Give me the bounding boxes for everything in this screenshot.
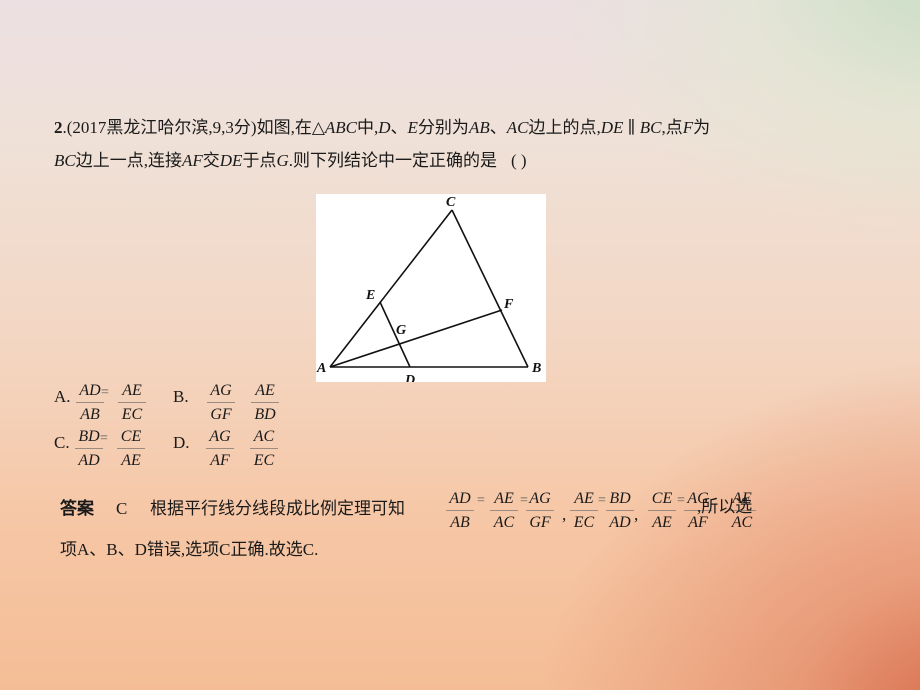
answer-explanation-tail: ,所以选 <box>697 497 753 516</box>
point-label-e: E <box>365 288 375 303</box>
question-line-1: 2.(2017黑龙江哈尔滨,9,3分)如图,在△ABC中,D、E分别为AB、AC… <box>54 118 711 137</box>
fraction: BD AD <box>606 490 634 532</box>
segment-af <box>329 309 503 368</box>
fraction: AD AB <box>446 490 474 532</box>
fraction: AC EC <box>250 428 278 470</box>
fraction: AE AC <box>490 490 518 532</box>
triangle-diagram: C E F G A B D <box>316 195 541 382</box>
point-label-f: F <box>503 297 514 312</box>
fraction: AG AF <box>206 428 234 470</box>
point-label-b: B <box>531 361 541 376</box>
segment-bc <box>451 209 529 368</box>
fraction: AD AB <box>76 382 104 424</box>
question-line-2: BC边上一点,连接AF交DE于点G.则下列结论中一定正确的是( ) <box>54 151 527 170</box>
answer-explanation: 根据平行线分线段成比例定理可知 <box>150 499 405 518</box>
fraction: AG GF <box>526 490 554 532</box>
fraction: AE EC <box>570 490 598 532</box>
answer-choice: C <box>116 499 128 518</box>
point-label-d: D <box>404 373 415 382</box>
fraction: CE AE <box>117 428 145 470</box>
fraction: AE EC <box>118 382 146 424</box>
answer-heading: 答案 <box>60 499 94 518</box>
question-number: 2 <box>54 118 63 137</box>
point-label-g: G <box>396 323 406 338</box>
fraction: AE BD <box>251 382 279 424</box>
fraction: BD AD <box>75 428 103 470</box>
answer-blank: ( ) <box>510 151 527 170</box>
point-label-c: C <box>446 195 456 210</box>
triangle-figure: C E F G A B D <box>316 194 546 382</box>
fraction: CE AE <box>648 490 676 532</box>
segment-ca <box>329 209 453 368</box>
answer-explanation-line-2: 项A、B、D错误,选项C正确.故选C. <box>60 540 319 559</box>
slide: 2.(2017黑龙江哈尔滨,9,3分)如图,在△ABC中,D、E分别为AB、AC… <box>0 0 920 690</box>
fraction: AG GF <box>207 382 235 424</box>
point-label-a: A <box>316 361 326 376</box>
